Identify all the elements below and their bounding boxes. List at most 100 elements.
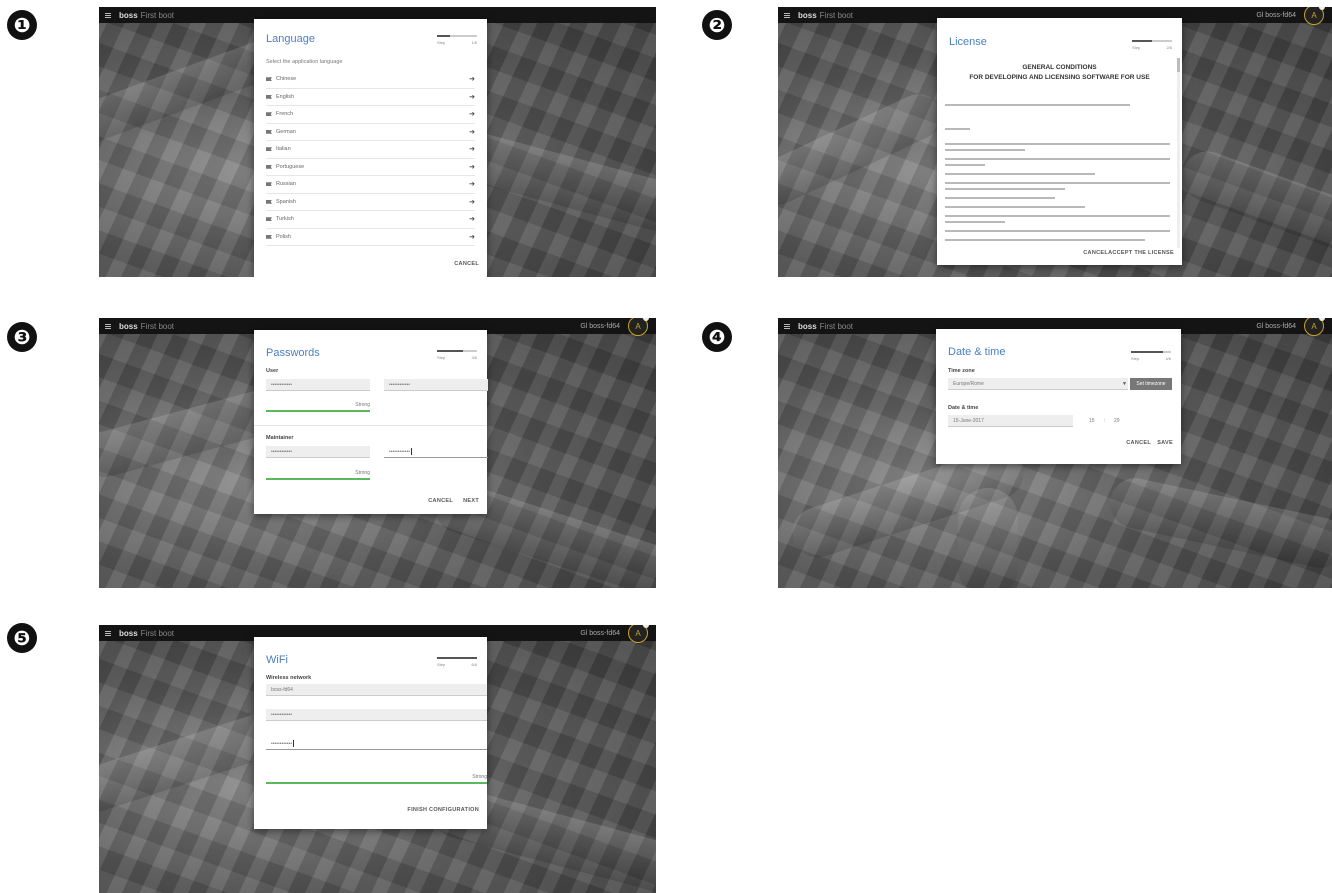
step-number-1: ❶ xyxy=(7,10,37,40)
user-avatar[interactable]: A xyxy=(1304,318,1325,336)
flag-icon xyxy=(266,164,272,169)
flag-icon xyxy=(266,77,272,82)
screenshot-license: boss First boot Gl boss-fd64 A License S… xyxy=(778,7,1332,277)
language-label: Spanish xyxy=(276,198,296,205)
cancel-button[interactable]: CANCEL xyxy=(428,498,453,504)
language-option[interactable]: Chinese ➔ xyxy=(266,71,475,89)
language-label: Portuguese xyxy=(276,163,305,170)
app-subtitle: First boot xyxy=(140,10,175,20)
cancel-button[interactable]: CANCEL xyxy=(1083,250,1108,256)
user-password-confirm-field[interactable]: •••••••••••• xyxy=(384,379,488,391)
maintainer-password-confirm-field[interactable]: •••••••••••• xyxy=(384,446,488,458)
language-option[interactable]: English ➔ xyxy=(266,89,475,106)
maintainer-strength-bar xyxy=(266,478,370,480)
language-list: Chinese ➔ English ➔ French ➔ German ➔ Italian ➔ Po… xyxy=(266,71,475,246)
progress-count: 1/6 xyxy=(471,40,477,45)
language-instruction: Select the application language xyxy=(266,59,343,65)
hamburger-menu-icon[interactable] xyxy=(105,12,111,18)
app-title: boss xyxy=(119,628,138,638)
flag-icon xyxy=(266,147,272,152)
time-separator: : xyxy=(1104,418,1106,424)
arrow-right-icon[interactable]: ➔ xyxy=(469,75,475,83)
dropdown-arrow-icon[interactable]: ▼ xyxy=(1122,381,1127,387)
hamburger-menu-icon[interactable] xyxy=(784,12,790,18)
app-subtitle: First boot xyxy=(819,321,854,331)
progress-count: 6/6 xyxy=(471,662,477,667)
progress-count: 2/6 xyxy=(1166,45,1172,50)
arrow-right-icon[interactable]: ➔ xyxy=(469,128,475,136)
language-label: German xyxy=(276,128,296,135)
cancel-button[interactable]: CANCEL xyxy=(454,261,479,267)
flag-icon xyxy=(266,217,272,222)
license-text-line xyxy=(945,182,1170,184)
progress-label: Step xyxy=(437,355,446,360)
app-title: boss xyxy=(798,10,817,20)
wifi-password-confirm-field[interactable]: •••••••••••• xyxy=(266,738,487,750)
arrow-right-icon[interactable]: ➔ xyxy=(469,145,475,153)
user-avatar[interactable]: A xyxy=(1304,7,1325,25)
progress-label: Step xyxy=(437,40,446,45)
license-text-line xyxy=(945,206,1085,208)
arrow-right-icon[interactable]: ➔ xyxy=(469,215,475,223)
maintainer-password-field[interactable]: •••••••••••• xyxy=(266,446,370,458)
language-option[interactable]: Polish ➔ xyxy=(266,229,475,246)
flag-icon xyxy=(266,129,272,134)
app-title: boss xyxy=(119,321,138,331)
language-label: English xyxy=(276,93,295,100)
maintainer-strength-label: Strong xyxy=(355,470,370,476)
user-avatar[interactable]: A xyxy=(628,625,649,643)
passwords-dialog: Passwords Step 3/6 User •••••••••••• ••••… xyxy=(254,330,488,514)
language-option[interactable]: German ➔ xyxy=(266,124,475,141)
arrow-right-icon[interactable]: ➔ xyxy=(469,198,475,206)
language-option[interactable]: Russian ➔ xyxy=(266,176,475,194)
arrow-right-icon[interactable]: ➔ xyxy=(469,93,475,101)
app-subtitle: First boot xyxy=(140,321,175,331)
screenshot-passwords: boss First boot Gl boss-fd64 A Passwords… xyxy=(99,318,656,588)
arrow-right-icon[interactable]: ➔ xyxy=(469,180,475,188)
user-avatar[interactable]: A xyxy=(628,318,649,336)
language-option[interactable]: Turkish ➔ xyxy=(266,211,475,229)
step-progress: Step 1/6 xyxy=(437,35,477,45)
license-scrollbar[interactable] xyxy=(1177,58,1180,248)
progress-count: 3/6 xyxy=(471,355,477,360)
cancel-button[interactable]: CANCEL xyxy=(1126,440,1151,446)
language-option[interactable]: Portuguese ➔ xyxy=(266,159,475,176)
device-name: Gl boss-fd64 xyxy=(1256,322,1296,330)
date-field[interactable]: 15-June-2017 xyxy=(948,415,1073,427)
app-title: boss xyxy=(119,10,138,20)
save-button[interactable]: SAVE xyxy=(1157,440,1173,446)
network-name-field[interactable]: boss-fd64 xyxy=(266,684,487,696)
set-timezone-button[interactable]: Set timezone xyxy=(1130,378,1172,390)
language-option[interactable]: Spanish ➔ xyxy=(266,194,475,211)
language-option[interactable]: Italian ➔ xyxy=(266,141,475,159)
user-password-field[interactable]: •••••••••••• xyxy=(266,379,370,391)
language-label: Chinese xyxy=(276,76,297,83)
hamburger-menu-icon[interactable] xyxy=(784,323,790,329)
accept-license-button[interactable]: ACCEPT THE LICENSE xyxy=(1108,250,1174,256)
language-option[interactable]: French ➔ xyxy=(266,106,475,124)
language-dialog: Language Step 1/6 Select the application … xyxy=(254,19,487,277)
hamburger-menu-icon[interactable] xyxy=(105,323,111,329)
timezone-select[interactable]: Europe/Rome xyxy=(948,378,1128,390)
arrow-right-icon[interactable]: ➔ xyxy=(469,110,475,118)
screenshot-wifi: boss First boot Gl boss-fd64 A WiFi Step… xyxy=(99,625,656,893)
minute-field[interactable]: 29 xyxy=(1109,415,1129,427)
license-text-line xyxy=(945,143,1170,145)
dialog-title: WiFi xyxy=(266,654,288,666)
license-subheading: FOR DEVELOPING AND LICENSING SOFTWARE FO… xyxy=(969,74,1150,81)
arrow-right-icon[interactable]: ➔ xyxy=(469,233,475,241)
datetime-dialog: Date & time Step 4/6 Time zone Europe/Rom… xyxy=(936,329,1181,464)
wifi-password-field[interactable]: •••••••••••• xyxy=(266,709,487,721)
finish-configuration-button[interactable]: FINISH CONFIGURATION xyxy=(407,807,479,813)
next-button[interactable]: NEXT xyxy=(463,498,479,504)
step-number-4: ❹ xyxy=(702,322,732,352)
license-heading: GENERAL CONDITIONS xyxy=(1022,64,1097,71)
license-text-line xyxy=(945,230,1170,232)
user-strength-bar xyxy=(266,410,370,412)
hamburger-menu-icon[interactable] xyxy=(105,630,111,636)
step-number-2: ❷ xyxy=(702,10,732,40)
app-subtitle: First boot xyxy=(819,10,854,20)
license-text-line xyxy=(945,197,1055,199)
masked-value: •••••••••••• xyxy=(389,448,411,455)
arrow-right-icon[interactable]: ➔ xyxy=(469,163,475,171)
